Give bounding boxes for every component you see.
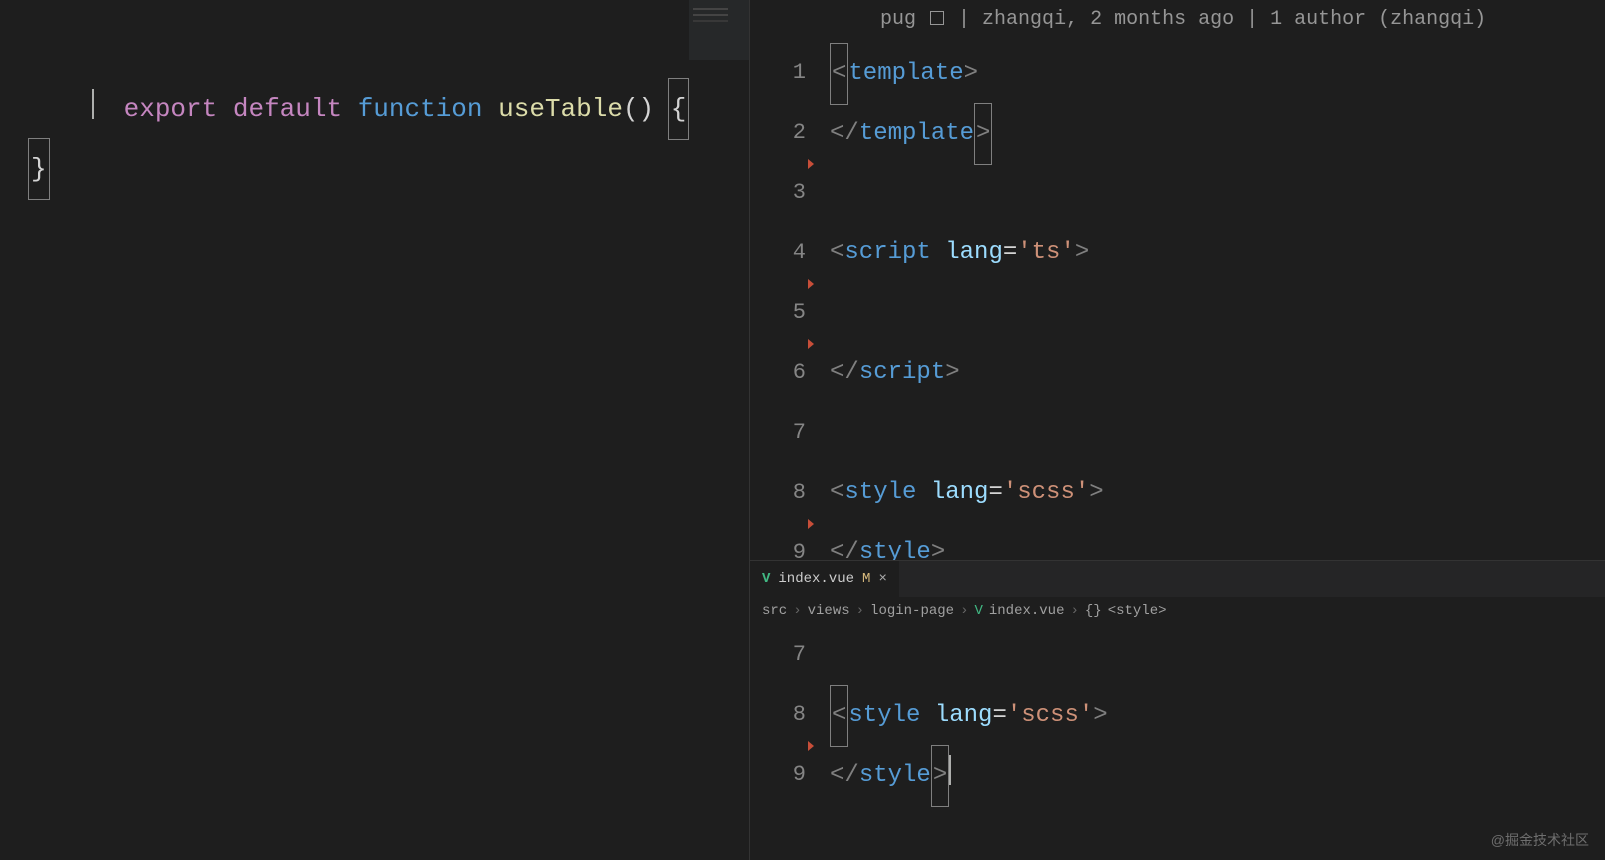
codelens-blame[interactable]: pug | zhangqi, 2 months ago | 1 author (… (750, 0, 1605, 43)
text-cursor (92, 89, 94, 119)
code-symbol-icon: {} (1085, 603, 1102, 619)
code-line[interactable]: <style lang='scss'> (830, 463, 1605, 523)
code-line[interactable] (830, 283, 1605, 343)
chevron-right-icon: › (960, 603, 968, 619)
code-line[interactable]: <style lang='scss'> (830, 685, 1605, 745)
vue-icon: V (762, 571, 770, 587)
code-area[interactable]: 123456789 <template></template> <script l… (750, 43, 1605, 560)
vue-icon: V (974, 603, 982, 619)
tab-status: M (862, 571, 870, 587)
tab-bar[interactable]: V index.vue M × (750, 561, 1605, 597)
code-line[interactable]: export default function useTable() { (30, 18, 749, 78)
code-content[interactable]: <style lang='scss'></style> (830, 625, 1605, 860)
watermark: @掘金技术社区 (1491, 830, 1589, 850)
code-line[interactable] (830, 403, 1605, 463)
code-line[interactable]: <script lang='ts'> (830, 223, 1605, 283)
brace-highlight: } (28, 138, 50, 200)
code-line[interactable] (830, 163, 1605, 223)
breadcrumb-item[interactable]: src (762, 603, 787, 619)
editor-tab[interactable]: V index.vue M × (750, 561, 899, 597)
breadcrumb[interactable]: src › views › login-page › V index.vue ›… (750, 597, 1605, 625)
copy-icon[interactable] (930, 11, 944, 25)
right-panes: pug | zhangqi, 2 months ago | 1 author (… (750, 0, 1605, 860)
code-line[interactable]: </style> (830, 745, 1605, 805)
chevron-right-icon: › (793, 603, 801, 619)
code-content[interactable]: <template></template> <script lang='ts'> <… (830, 43, 1605, 560)
close-icon[interactable]: × (878, 571, 886, 587)
chevron-right-icon: › (856, 603, 864, 619)
code-line[interactable]: </template> (830, 103, 1605, 163)
breadcrumb-item[interactable]: login-page (870, 603, 954, 619)
right-bottom-editor[interactable]: V index.vue M × src › views › login-page… (750, 560, 1605, 860)
left-code-content[interactable]: export default function useTable() { } (0, 0, 749, 198)
breadcrumb-item[interactable]: <style> (1108, 603, 1167, 619)
code-area[interactable]: 789 <style lang='scss'></style> (750, 625, 1605, 860)
code-line[interactable]: </style> (830, 523, 1605, 560)
line-gutter: 123456789 (750, 43, 830, 560)
right-top-editor[interactable]: pug | zhangqi, 2 months ago | 1 author (… (750, 0, 1605, 560)
chevron-right-icon: › (1071, 603, 1079, 619)
code-line[interactable]: </script> (830, 343, 1605, 403)
code-line[interactable]: <template> (830, 43, 1605, 103)
code-line[interactable]: } (30, 138, 749, 198)
breadcrumb-item[interactable]: index.vue (989, 603, 1065, 619)
left-editor-pane[interactable]: export default function useTable() { } (0, 0, 750, 860)
code-line[interactable] (30, 78, 749, 138)
line-gutter: 789 (750, 625, 830, 860)
tab-filename: index.vue (778, 571, 854, 587)
code-line[interactable] (830, 625, 1605, 685)
breadcrumb-item[interactable]: views (808, 603, 850, 619)
